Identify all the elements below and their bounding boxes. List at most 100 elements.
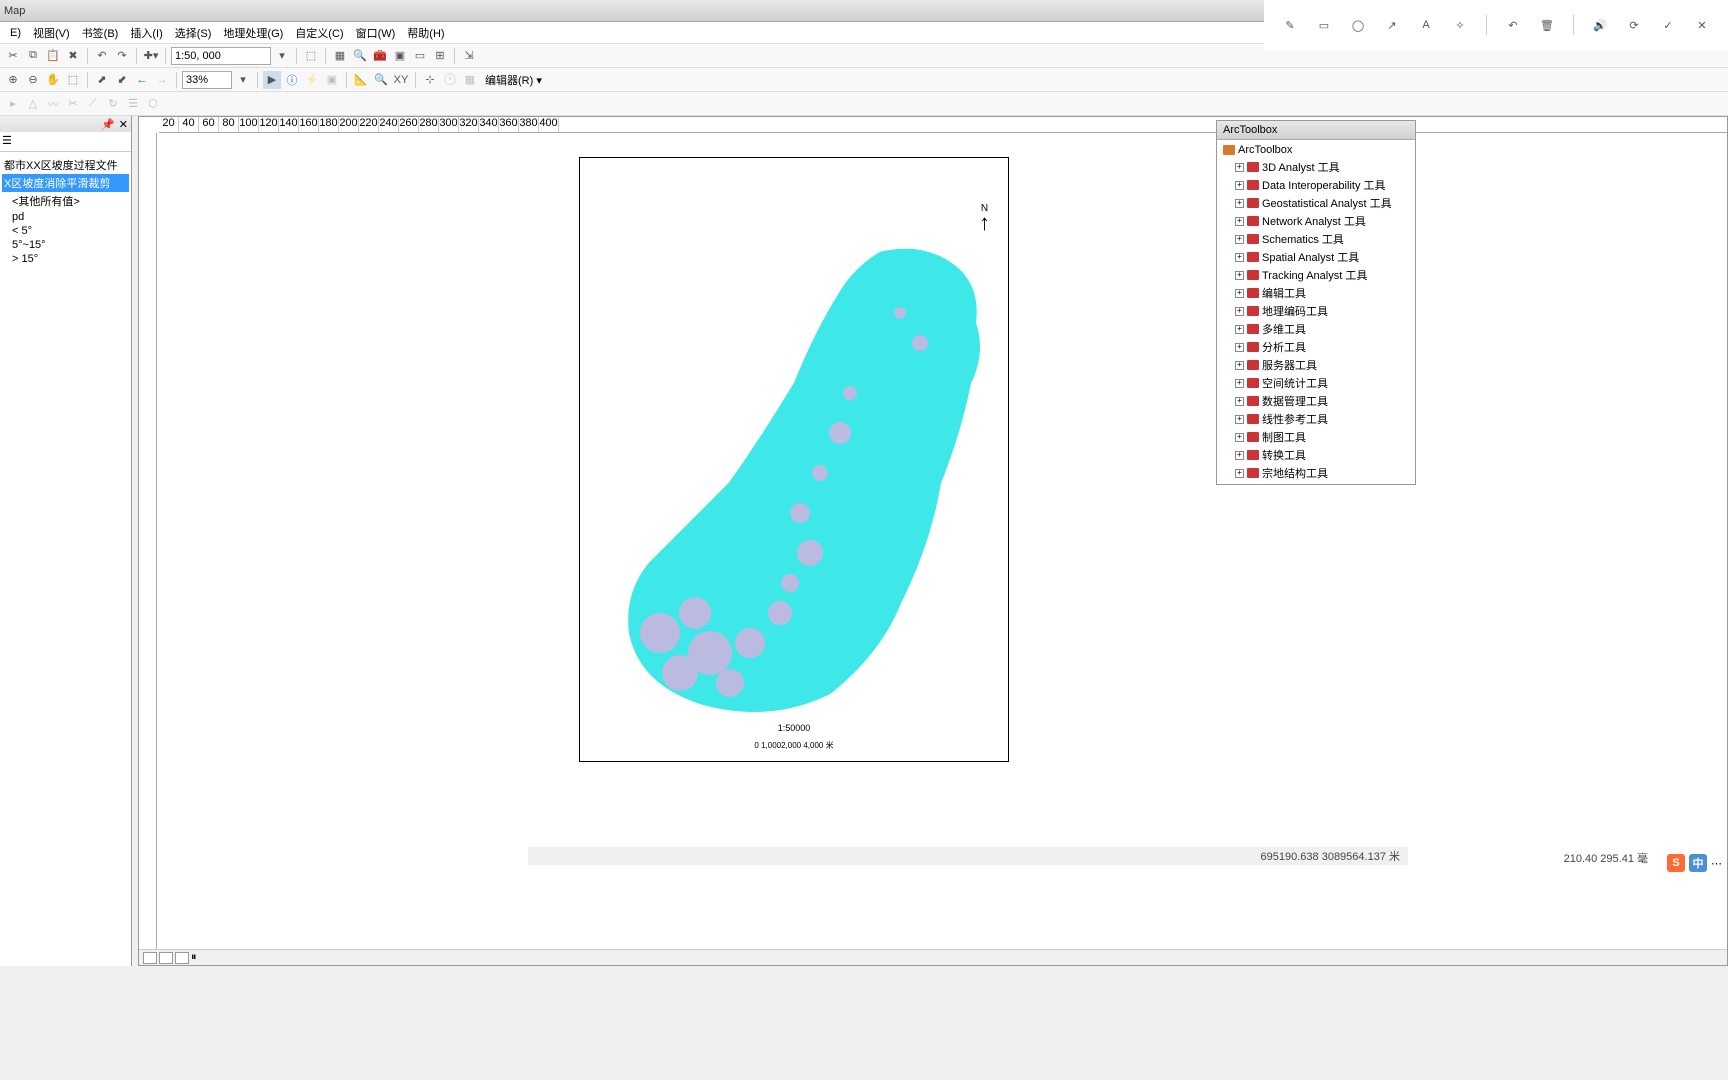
ime-cn-badge[interactable]: 中 xyxy=(1689,854,1707,872)
zoom-in-icon[interactable]: ⊕ xyxy=(4,71,22,89)
toc-class-lt5[interactable]: < 5° xyxy=(2,224,129,238)
expand-icon[interactable]: + xyxy=(1235,361,1244,370)
data-view-tab[interactable] xyxy=(143,952,157,964)
scale-input[interactable] xyxy=(171,47,271,65)
scale-dropdown-icon[interactable]: ▾ xyxy=(273,47,291,65)
toolbox-item[interactable]: +多维工具 xyxy=(1219,320,1413,338)
fixed-zoom-out-icon[interactable]: ⬋ xyxy=(113,71,131,89)
find-route-icon[interactable]: XY xyxy=(392,71,410,89)
full-extent-icon[interactable]: ⬚ xyxy=(64,71,82,89)
table-icon[interactable]: ⊞ xyxy=(431,47,449,65)
go-to-xy-icon[interactable]: ⊹ xyxy=(421,71,439,89)
expand-icon[interactable]: + xyxy=(1235,415,1244,424)
expand-icon[interactable]: + xyxy=(1235,235,1244,244)
text-icon[interactable]: A xyxy=(1418,17,1434,33)
sound-icon[interactable]: 🔊 xyxy=(1592,17,1608,33)
paste-icon[interactable]: 📋 xyxy=(44,47,62,65)
toolbox-item[interactable]: +地理编码工具 xyxy=(1219,302,1413,320)
measure-icon[interactable]: 📐 xyxy=(352,71,370,89)
toc-class-5-15[interactable]: 5°~15° xyxy=(2,238,129,252)
pause-draw-icon[interactable]: ⏸ xyxy=(191,951,197,964)
toc-layer-selected[interactable]: X区坡度消除平滑裁剪 xyxy=(2,174,129,192)
menu-bookmarks[interactable]: 书签(B) xyxy=(76,23,125,43)
zoom-dropdown-icon[interactable]: ▾ xyxy=(234,71,252,89)
editor-toolbar-icon[interactable]: ⬚ xyxy=(302,47,320,65)
cut-icon[interactable]: ✂ xyxy=(4,47,22,65)
menu-selection[interactable]: 选择(S) xyxy=(169,23,218,43)
layout-view-tab[interactable] xyxy=(159,952,173,964)
copy-icon[interactable]: ⧉ xyxy=(24,47,42,65)
north-arrow-icon[interactable] xyxy=(979,203,990,232)
expand-icon[interactable]: + xyxy=(1235,289,1244,298)
refresh-icon[interactable]: ⟳ xyxy=(1626,17,1642,33)
ime-s-badge[interactable]: S xyxy=(1667,854,1685,872)
expand-icon[interactable]: + xyxy=(1235,307,1244,316)
layout-frame[interactable]: 1:50000 0 1,0002,000 4,000 米 xyxy=(579,157,1009,762)
list-by-drawing-icon[interactable]: ☰ xyxy=(2,135,12,147)
add-data-icon[interactable]: ✚▾ xyxy=(142,47,160,65)
toolbox-item[interactable]: +3D Analyst 工具 xyxy=(1219,158,1413,176)
search-icon[interactable]: 🔍 xyxy=(351,47,369,65)
expand-icon[interactable]: + xyxy=(1235,271,1244,280)
menu-view[interactable]: 视图(V) xyxy=(27,23,76,43)
menu-insert[interactable]: 插入(I) xyxy=(124,23,168,43)
expand-icon[interactable]: + xyxy=(1235,217,1244,226)
identify-icon[interactable]: ⓘ xyxy=(283,71,301,89)
expand-icon[interactable]: + xyxy=(1235,469,1244,478)
expand-icon[interactable]: + xyxy=(1235,163,1244,172)
expand-icon[interactable]: + xyxy=(1235,397,1244,406)
toolbox-item[interactable]: +服务器工具 xyxy=(1219,356,1413,374)
python-icon[interactable]: ▣ xyxy=(391,47,409,65)
fixed-zoom-in-icon[interactable]: ⬈ xyxy=(93,71,111,89)
expand-icon[interactable]: + xyxy=(1235,343,1244,352)
highlight-icon[interactable]: ✧ xyxy=(1452,17,1468,33)
expand-icon[interactable]: + xyxy=(1235,451,1244,460)
arrow-icon[interactable]: ↗ xyxy=(1384,17,1400,33)
arctoolbox-header[interactable]: ArcToolbox xyxy=(1217,121,1415,140)
back-icon[interactable]: ← xyxy=(133,71,151,89)
menu-window[interactable]: 窗口(W) xyxy=(350,23,402,43)
pan-icon[interactable]: ✋ xyxy=(44,71,62,89)
undo-icon[interactable]: ↶ xyxy=(1505,17,1521,33)
map-view[interactable]: 2040608010012014016018020022024026028030… xyxy=(138,116,1728,966)
check-icon[interactable]: ✓ xyxy=(1660,17,1676,33)
toc-field-pd[interactable]: pd xyxy=(2,210,129,224)
undo-icon[interactable]: ↶ xyxy=(93,47,111,65)
zoom-out-icon[interactable]: ⊖ xyxy=(24,71,42,89)
catalog-icon[interactable]: ▦ xyxy=(331,47,349,65)
toolbox-item[interactable]: +数据管理工具 xyxy=(1219,392,1413,410)
pencil-icon[interactable]: ✎ xyxy=(1282,17,1298,33)
launch-icon[interactable]: ⇲ xyxy=(460,47,478,65)
toolbox-item[interactable]: +Tracking Analyst 工具 xyxy=(1219,266,1413,284)
expand-icon[interactable]: + xyxy=(1235,325,1244,334)
pin-icon[interactable]: 📌 xyxy=(101,118,115,131)
menu-geoprocessing[interactable]: 地理处理(G) xyxy=(217,23,289,43)
model-icon[interactable]: ▭ xyxy=(411,47,429,65)
toc-value-other[interactable]: <其他所有值> xyxy=(2,192,129,210)
menu-help[interactable]: 帮助(H) xyxy=(401,23,450,43)
toolbox-item[interactable]: +制图工具 xyxy=(1219,428,1413,446)
scale-text[interactable]: 1:50000 xyxy=(580,723,1008,733)
toolbox-item[interactable]: +空间统计工具 xyxy=(1219,374,1413,392)
toolbox-item[interactable]: +Geostatistical Analyst 工具 xyxy=(1219,194,1413,212)
expand-icon[interactable]: + xyxy=(1235,181,1244,190)
ime-more-icon[interactable]: ⋯ xyxy=(1711,857,1722,870)
toolbox-item[interactable]: +编辑工具 xyxy=(1219,284,1413,302)
expand-icon[interactable]: + xyxy=(1235,199,1244,208)
delete-icon[interactable]: 🗑 xyxy=(1539,17,1555,33)
menu-customize[interactable]: 自定义(C) xyxy=(289,23,349,43)
select-icon[interactable]: ▶ xyxy=(263,71,281,89)
expand-icon[interactable]: + xyxy=(1235,253,1244,262)
toolbox-item[interactable]: +Spatial Analyst 工具 xyxy=(1219,248,1413,266)
toolbox-item[interactable]: +线性参考工具 xyxy=(1219,410,1413,428)
toolbox-item[interactable]: +分析工具 xyxy=(1219,338,1413,356)
toolbox-item[interactable]: +Data Interoperability 工具 xyxy=(1219,176,1413,194)
delete-x-icon[interactable]: ✖ xyxy=(64,47,82,65)
toolbox-item[interactable]: +宗地结构工具 xyxy=(1219,464,1413,482)
refresh-view-icon[interactable] xyxy=(175,952,189,964)
close-icon[interactable]: ✕ xyxy=(1694,17,1710,33)
scale-bar[interactable]: 0 1,0002,000 4,000 米 xyxy=(580,740,1008,751)
rectangle-icon[interactable]: ▭ xyxy=(1316,17,1332,33)
arctoolbox-root[interactable]: ArcToolbox xyxy=(1219,142,1413,158)
expand-icon[interactable]: + xyxy=(1235,379,1244,388)
